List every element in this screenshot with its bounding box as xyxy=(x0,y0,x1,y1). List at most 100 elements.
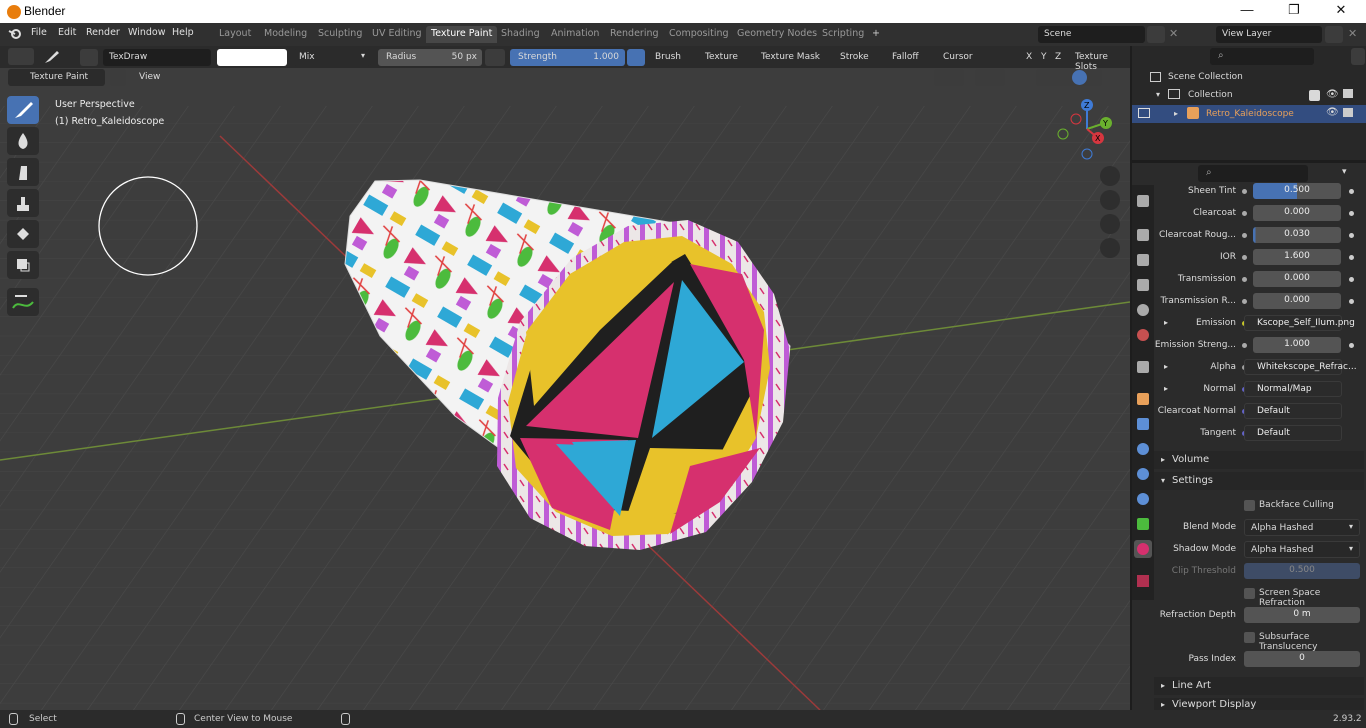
mirror-x-toggle[interactable]: X xyxy=(1026,52,1032,62)
visibility-icon[interactable] xyxy=(905,69,929,86)
material-preview-icon[interactable] xyxy=(1072,70,1087,85)
value-slider[interactable]: 0.000 xyxy=(1253,293,1341,309)
camera-icon[interactable] xyxy=(1100,214,1120,234)
constraints-tab-icon[interactable] xyxy=(1137,493,1149,505)
object-expand-icon[interactable]: ▸ xyxy=(1174,109,1178,118)
menu-falloff[interactable]: Falloff xyxy=(892,52,919,62)
tab-uv-editing[interactable]: UV Editing xyxy=(367,26,427,43)
prop-expand-icon[interactable]: ▸ xyxy=(1164,384,1168,393)
tab-texture-paint[interactable]: Texture Paint xyxy=(426,26,498,43)
annotate-tool-button[interactable] xyxy=(7,288,39,316)
socket-icon[interactable] xyxy=(1242,233,1247,238)
object-render-icon[interactable] xyxy=(1343,108,1353,117)
props-options-chevron-icon[interactable]: ▾ xyxy=(1342,167,1347,177)
tab-modeling[interactable]: Modeling xyxy=(259,26,312,43)
viewport-scene[interactable] xyxy=(0,46,1130,710)
keyframe-icon[interactable] xyxy=(1349,277,1354,282)
filter-icon[interactable] xyxy=(1320,48,1344,65)
object-name-label[interactable]: Retro_Kaleidoscope xyxy=(1206,109,1294,119)
value-slider[interactable]: 0.000 xyxy=(1253,205,1341,221)
socket-icon[interactable] xyxy=(1242,277,1247,282)
view-layer-icon[interactable] xyxy=(1190,26,1208,43)
blend-mode-dropdown[interactable]: Mix xyxy=(293,49,371,66)
volume-expand-icon[interactable]: ▸ xyxy=(1161,455,1165,464)
scene-remove-icon[interactable]: ✕ xyxy=(1169,27,1178,40)
subsurface-translucency-checkbox[interactable] xyxy=(1244,632,1255,643)
clip-threshold-slider[interactable]: 0.500 xyxy=(1244,563,1360,579)
strength-slider[interactable]: Strength 1.000 xyxy=(510,49,625,66)
mode-toggle-icon[interactable] xyxy=(110,69,126,86)
scene-icon[interactable] xyxy=(1014,26,1032,43)
volume-label[interactable]: Volume xyxy=(1172,454,1209,465)
scene-copy-icon[interactable] xyxy=(1147,26,1165,43)
strength-pressure-icon[interactable] xyxy=(627,49,645,66)
pass-index-field[interactable]: 0 xyxy=(1244,651,1360,667)
prop-expand-icon[interactable]: ▸ xyxy=(1164,362,1168,371)
menu-help[interactable]: Help xyxy=(172,27,194,38)
physics-tab-icon[interactable] xyxy=(1137,468,1149,480)
value-slider[interactable]: 0.000 xyxy=(1253,271,1341,287)
tab-rendering[interactable]: Rendering xyxy=(605,26,664,43)
tool-tab-icon[interactable] xyxy=(1137,195,1149,207)
draw-tool-button[interactable] xyxy=(7,96,39,124)
socket-icon[interactable] xyxy=(1242,343,1247,348)
viewport-display-label[interactable]: Viewport Display xyxy=(1172,699,1256,710)
socket-icon[interactable] xyxy=(1242,189,1247,194)
settings-label[interactable]: Settings xyxy=(1172,475,1213,486)
tab-shading[interactable]: Shading xyxy=(496,26,545,43)
menu-texture-mask[interactable]: Texture Mask xyxy=(761,52,820,62)
new-collection-icon[interactable] xyxy=(1351,48,1365,65)
linked-input-field[interactable]: Kscope_Self_Ilum.png xyxy=(1244,315,1355,331)
view-layer-copy-icon[interactable] xyxy=(1325,26,1343,43)
tab-compositing[interactable]: Compositing xyxy=(664,26,734,43)
value-slider[interactable]: 1.600 xyxy=(1253,249,1341,265)
overlay-toggle-icon[interactable] xyxy=(975,69,1005,86)
menu-texture[interactable]: Texture xyxy=(705,52,738,62)
gizmo-toggle-icon[interactable] xyxy=(934,69,964,86)
collection-render-icon[interactable] xyxy=(1343,89,1353,98)
mirror-y-toggle[interactable]: Y xyxy=(1041,52,1047,62)
texture-tab-icon[interactable] xyxy=(1137,575,1149,587)
backface-culling-checkbox[interactable] xyxy=(1244,500,1255,511)
settings-expand-icon[interactable]: ▾ xyxy=(1161,476,1165,485)
scene-collection-label[interactable]: Scene Collection xyxy=(1168,72,1243,82)
properties-editor-icon[interactable] xyxy=(1140,165,1166,182)
viewport-display-expand-icon[interactable]: ▸ xyxy=(1161,700,1165,709)
linked-input-field[interactable]: Normal/Map xyxy=(1244,381,1342,397)
properties-search-input[interactable] xyxy=(1198,165,1308,182)
add-workspace-button[interactable]: + xyxy=(867,26,885,43)
keyframe-icon[interactable] xyxy=(1349,211,1354,216)
clone-tool-button[interactable] xyxy=(7,189,39,217)
blender-menu-icon[interactable] xyxy=(8,27,22,41)
minimize-button[interactable]: — xyxy=(1237,2,1257,20)
socket-icon[interactable] xyxy=(1242,255,1247,260)
shadow-mode-select[interactable]: Alpha Hashed xyxy=(1244,541,1360,558)
tab-layout[interactable]: Layout xyxy=(214,26,256,43)
zoom-icon[interactable] xyxy=(1100,166,1120,186)
menu-cursor[interactable]: Cursor xyxy=(943,52,973,62)
display-mode-icon[interactable] xyxy=(1174,48,1200,65)
value-slider[interactable]: 1.000 xyxy=(1253,337,1341,353)
radius-slider[interactable]: Radius 50 px xyxy=(378,49,482,66)
brush-browser-icon[interactable] xyxy=(80,49,98,66)
soften-tool-button[interactable] xyxy=(7,127,39,155)
shading-mode-buttons[interactable] xyxy=(1036,69,1102,86)
collection-expand-icon[interactable]: ▾ xyxy=(1156,90,1160,99)
keyframe-icon[interactable] xyxy=(1349,299,1354,304)
tab-sculpting[interactable]: Sculpting xyxy=(313,26,367,43)
viewport-display-panel-header[interactable]: ▸ Viewport Display xyxy=(1154,698,1364,710)
value-slider[interactable]: 0.500 xyxy=(1253,183,1341,199)
blend-mode-select[interactable]: Alpha Hashed xyxy=(1244,519,1360,536)
particles-tab-icon[interactable] xyxy=(1137,443,1149,455)
keyframe-icon[interactable] xyxy=(1349,233,1354,238)
maximize-button[interactable]: ❐ xyxy=(1284,2,1304,20)
editor-type-icon[interactable] xyxy=(8,48,34,65)
tab-animation[interactable]: Animation xyxy=(546,26,604,43)
screen-space-refraction-checkbox[interactable] xyxy=(1244,588,1255,599)
paint-mode-icon[interactable] xyxy=(1138,108,1150,118)
symmetry-icon[interactable] xyxy=(1006,49,1024,66)
collection-label[interactable]: Collection xyxy=(1188,90,1233,100)
brush-color-swatch[interactable] xyxy=(217,49,287,66)
collection-visibility-icon[interactable]: 👁 xyxy=(1326,89,1339,100)
xray-toggle-icon[interactable] xyxy=(1016,69,1030,86)
